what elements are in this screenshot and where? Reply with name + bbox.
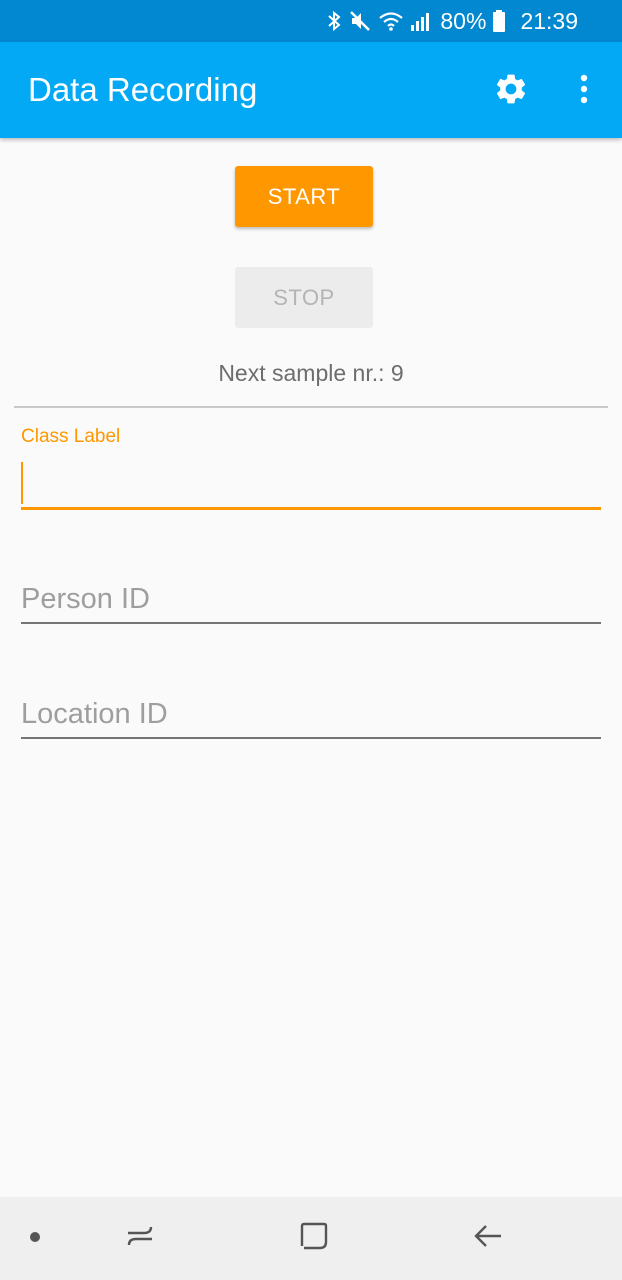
person-id-underline	[21, 622, 601, 624]
more-vert-icon	[579, 73, 589, 110]
class-label-caption: Class Label	[21, 426, 121, 447]
settings-button[interactable]	[488, 68, 534, 114]
start-button[interactable]: START	[235, 166, 373, 227]
app-bar: Data Recording	[0, 42, 622, 138]
text-cursor	[21, 462, 23, 504]
page-title: Data Recording	[28, 71, 258, 108]
back-icon	[472, 1220, 504, 1257]
recents-button[interactable]	[110, 1197, 170, 1280]
person-id-field[interactable]	[21, 574, 601, 624]
gear-icon	[493, 71, 529, 112]
recents-icon	[124, 1220, 156, 1257]
location-id-input[interactable]	[21, 689, 601, 739]
location-id-underline	[21, 737, 601, 739]
battery-icon	[492, 9, 506, 33]
status-bar: 80% 21:39	[0, 0, 622, 42]
clock: 21:39	[520, 7, 578, 34]
dot-icon	[29, 1230, 41, 1248]
location-id-field[interactable]	[21, 689, 601, 739]
back-button[interactable]	[458, 1197, 518, 1280]
battery-percent: 80%	[440, 7, 487, 34]
home-button[interactable]	[284, 1197, 344, 1280]
navigation-bar	[0, 1197, 622, 1280]
stop-button[interactable]: STOP	[235, 267, 373, 328]
wifi-icon	[378, 9, 404, 33]
mute-icon	[348, 9, 372, 33]
signal-icon	[410, 9, 430, 33]
divider	[14, 406, 608, 408]
class-label-underline	[21, 507, 601, 510]
class-label-field[interactable]	[21, 460, 601, 510]
nav-dot-button[interactable]	[20, 1197, 50, 1280]
home-icon	[298, 1220, 330, 1257]
person-id-input[interactable]	[21, 574, 601, 624]
class-label-input[interactable]	[21, 460, 601, 510]
bluetooth-icon	[326, 9, 342, 33]
next-sample-text: Next sample nr.: 9	[218, 360, 404, 386]
overflow-menu-button[interactable]	[566, 68, 602, 114]
